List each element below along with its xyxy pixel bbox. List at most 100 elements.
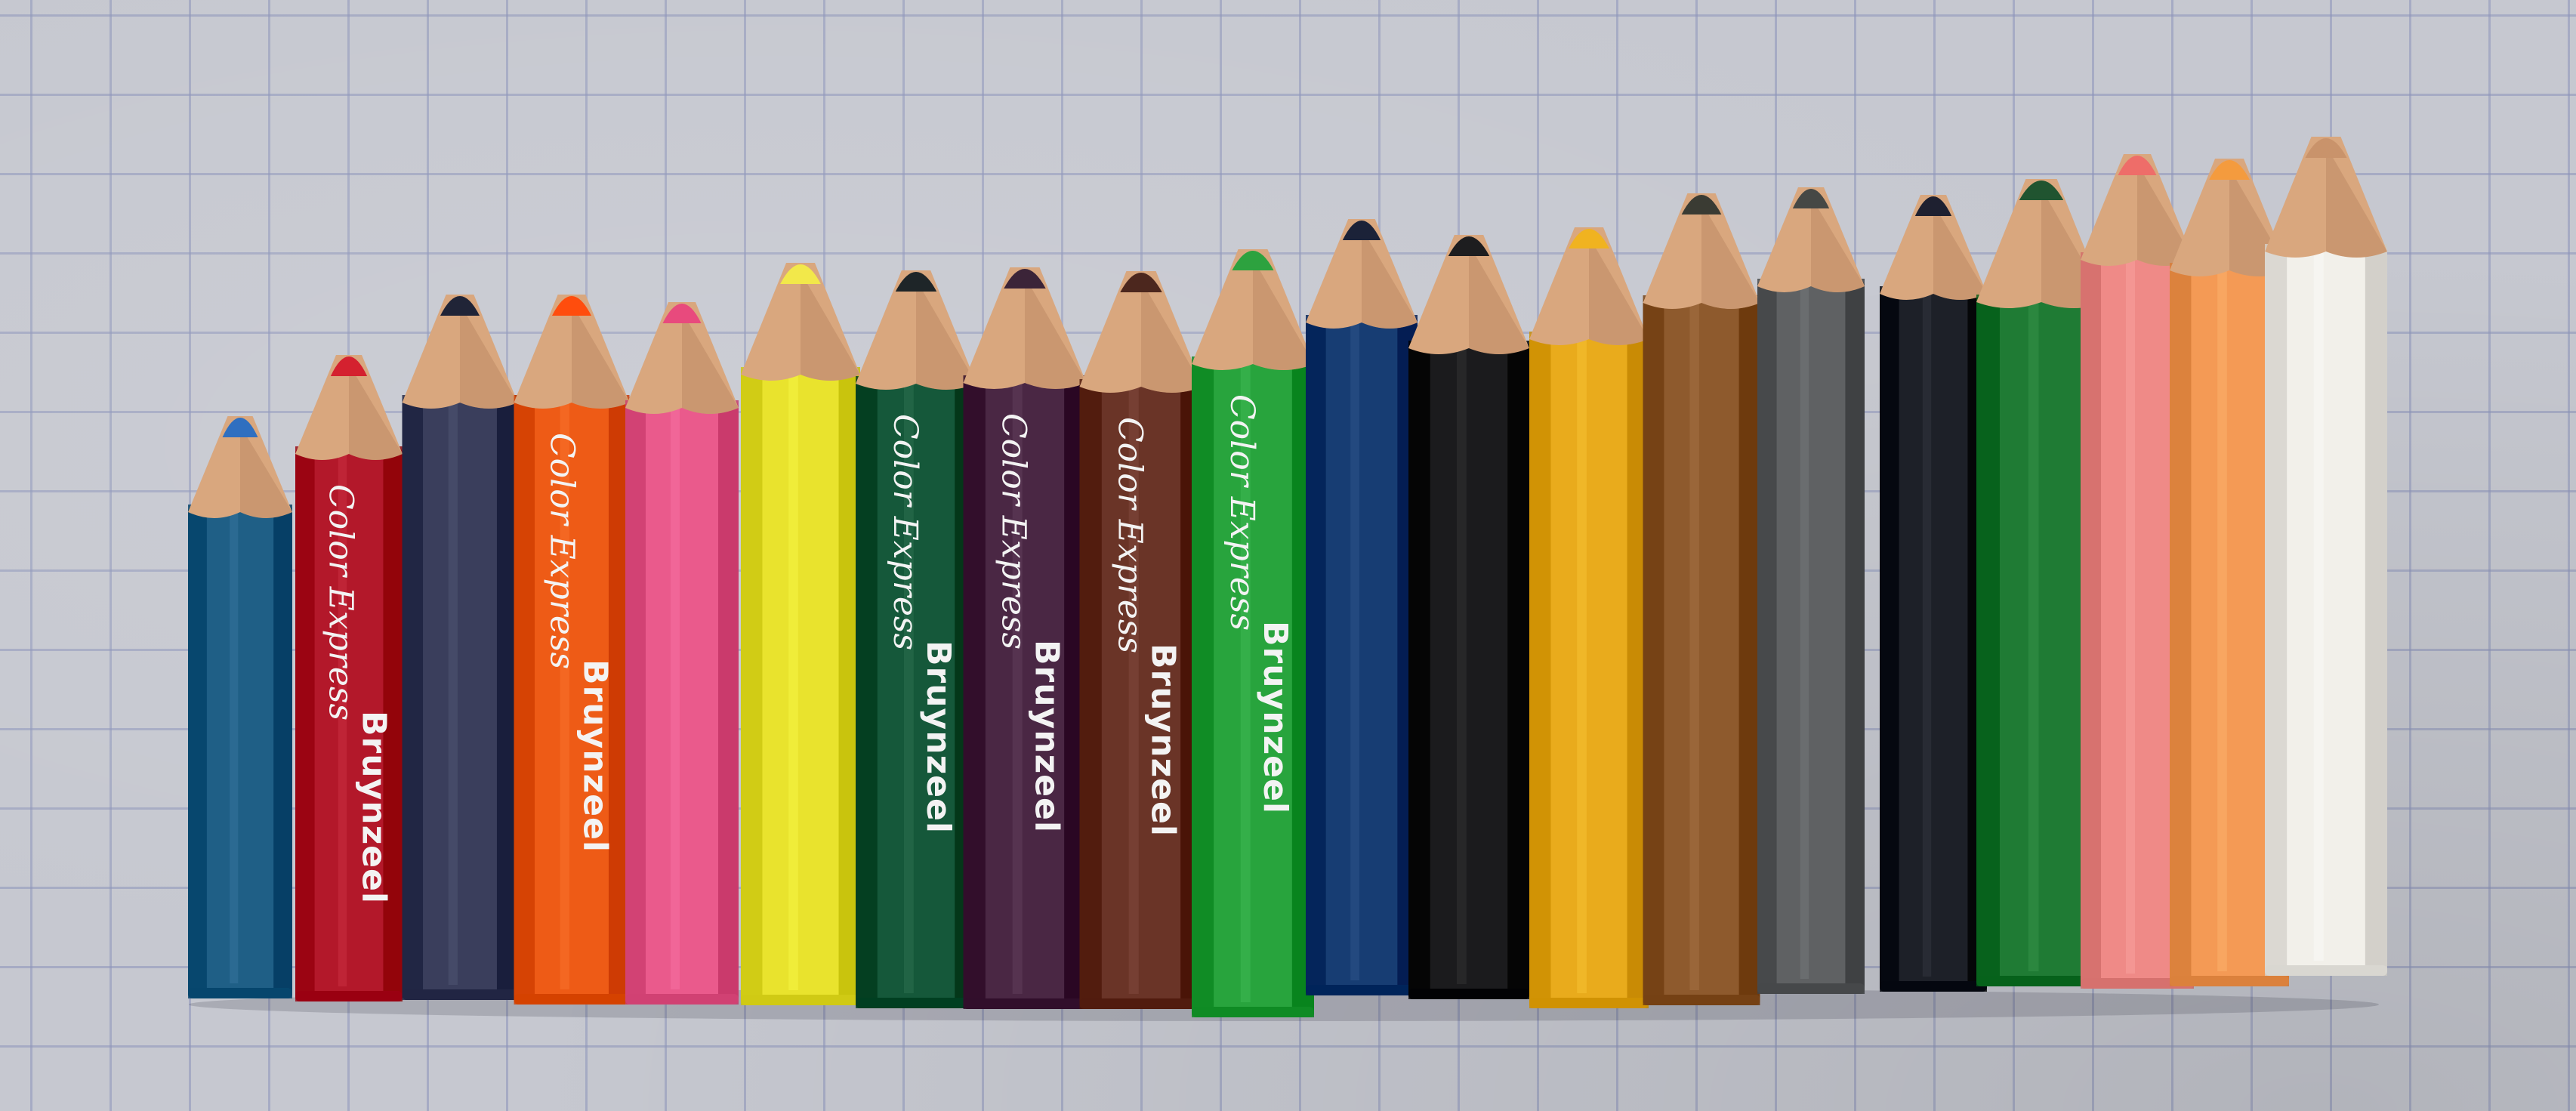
pencil-facet-left xyxy=(402,395,424,1000)
pencil-facet-left xyxy=(1408,341,1430,999)
pencil-facet-left xyxy=(514,395,535,1005)
brand-line-label: Color Express xyxy=(321,484,359,721)
pencil-row: Color ExpressBruynzeelColor ExpressBruyn… xyxy=(188,137,2387,1021)
brand-line-label: Color Express xyxy=(1111,417,1149,653)
pencil-wood-shade xyxy=(1589,236,1649,345)
pencil-highlight xyxy=(2028,302,2039,971)
pencil-20 xyxy=(2265,137,2387,976)
pencil-facet-right xyxy=(718,400,739,1005)
pencil-facet-left xyxy=(295,446,315,1001)
pencil-end xyxy=(625,994,739,1005)
pencil-end xyxy=(1529,998,1649,1008)
graph-paper-background: Color Express Bruynzeel Color Express Bruyn… xyxy=(0,0,2576,1111)
pencil-9: Color ExpressBruynzeel xyxy=(1079,271,1203,1009)
pencil-end xyxy=(1757,983,1865,994)
pencil-facet-left xyxy=(1192,356,1214,1017)
pencil-facet-left xyxy=(188,505,207,998)
pencil-wood-shade xyxy=(1701,202,1760,309)
pencil-facet-left xyxy=(1643,295,1664,1005)
pencil-13 xyxy=(1529,227,1649,1008)
brand-maker-label: Bruynzeel xyxy=(1028,640,1066,833)
pencil-end xyxy=(1643,995,1760,1005)
pencil-4: Color ExpressBruynzeel xyxy=(514,295,630,1005)
pencil-facet-right xyxy=(1845,279,1865,994)
brand-maker-label: Bruynzeel xyxy=(354,711,393,904)
pencil-14 xyxy=(1643,193,1760,1005)
pencil-16 xyxy=(1880,195,1987,992)
pencil-wood-shade xyxy=(1933,204,1987,300)
pencil-end xyxy=(963,998,1087,1009)
pencil-highlight xyxy=(1689,303,1699,990)
pencil-facet-left xyxy=(1306,315,1326,995)
brand-maker-label: Bruynzeel xyxy=(1256,621,1294,814)
pencil-facet-left xyxy=(2081,252,2101,989)
pencil-wood-shade xyxy=(1025,276,1087,389)
pencil-highlight xyxy=(230,512,239,983)
pencil-end xyxy=(295,991,403,1001)
pencil-12 xyxy=(1408,235,1529,999)
brand-maker-label: Bruynzeel xyxy=(575,659,614,853)
pencil-2: Color ExpressBruynzeel xyxy=(295,355,403,1001)
pencil-end xyxy=(402,989,518,1000)
pencil-highlight xyxy=(2217,270,2227,971)
pencil-end xyxy=(2265,965,2387,976)
pencil-facet-right xyxy=(1507,341,1529,999)
pencil-wood-shade xyxy=(1362,228,1418,329)
pencil-11 xyxy=(1306,219,1418,995)
brand-line-label: Color Express xyxy=(542,433,581,669)
pencil-facet-left xyxy=(1976,295,2000,986)
pencil-wood-shade xyxy=(349,364,403,460)
pencil-end xyxy=(1306,985,1418,995)
pencil-end xyxy=(1192,1007,1314,1017)
pencil-15 xyxy=(1757,187,1865,994)
pencil-end xyxy=(1880,981,1987,992)
pencil-wood-shade xyxy=(1253,258,1314,370)
pencil-end xyxy=(2170,976,2289,986)
pencil-facet-right xyxy=(1738,295,1760,1005)
pencil-wood-shade xyxy=(682,311,739,414)
pencil-end xyxy=(1079,998,1203,1009)
pencil-wood-shade xyxy=(2326,146,2387,258)
pencil-highlight xyxy=(671,408,680,989)
pencil-end xyxy=(741,995,860,1005)
pencil-wood-shade xyxy=(240,425,292,518)
pencil-highlight xyxy=(1577,339,1587,993)
pencil-facet-left xyxy=(2265,244,2288,976)
pencil-highlight xyxy=(1457,348,1467,984)
brand-line-label: Color Express xyxy=(995,413,1033,650)
pencil-facet-right xyxy=(2365,244,2387,976)
pencil-facet-left xyxy=(963,375,986,1009)
pencil-facet-left xyxy=(1529,332,1551,1008)
pencil-facet-left xyxy=(2170,263,2192,986)
pencil-wood-shade xyxy=(1469,244,1529,354)
pencil-end xyxy=(188,988,292,998)
pencil-7: Color ExpressBruynzeel xyxy=(856,270,976,1008)
pencil-wood-shade xyxy=(1811,196,1865,292)
pencil-highlight xyxy=(1350,322,1360,980)
brand-maker-label: Bruynzeel xyxy=(1144,643,1183,837)
pencil-facet-left xyxy=(1880,286,1899,992)
pencil-facet-left xyxy=(625,400,646,1005)
pencil-facet-left xyxy=(741,367,763,1005)
pencil-wood-shade xyxy=(572,304,630,409)
pencil-highlight xyxy=(1800,286,1809,979)
pencil-wood-shade xyxy=(460,304,518,409)
pencil-5 xyxy=(625,302,739,1005)
pencil-highlight xyxy=(2126,260,2135,974)
pencil-wood-shade xyxy=(801,272,860,381)
pencil-end xyxy=(514,994,630,1005)
brand-maker-label: Bruynzeel xyxy=(919,640,958,834)
pencil-8: Color ExpressBruynzeel xyxy=(963,267,1087,1009)
pencil-3 xyxy=(402,295,518,1000)
pencil-highlight xyxy=(448,403,458,985)
brand-line-label: Color Express xyxy=(1223,394,1261,631)
pencil-facet-right xyxy=(273,505,292,998)
pencil-highlight xyxy=(788,375,798,990)
pencil-facet-left xyxy=(856,376,878,1008)
pencil-6 xyxy=(741,263,860,1005)
pencil-10: Color ExpressBruynzeel xyxy=(1192,249,1314,1017)
pencil-highlight xyxy=(1922,294,1932,977)
pencil-end xyxy=(1408,989,1529,999)
pencil-1 xyxy=(188,416,292,998)
brand-line-label: Color Express xyxy=(886,414,924,650)
